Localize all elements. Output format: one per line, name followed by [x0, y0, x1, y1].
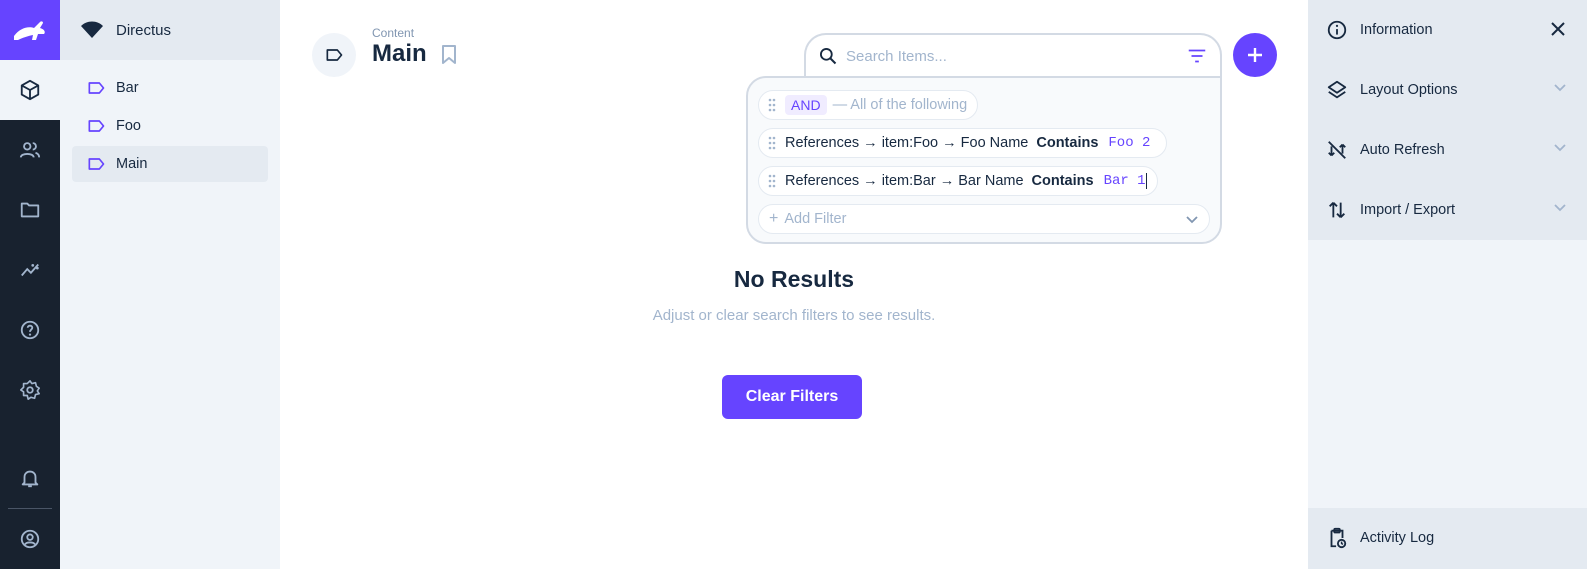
project-header[interactable]: Directus — [60, 0, 280, 60]
settings-icon — [20, 380, 40, 400]
files-module-button[interactable] — [0, 180, 60, 240]
add-filter-label: Add Filter — [784, 211, 847, 227]
insights-module-button[interactable] — [0, 240, 60, 300]
users-module-button[interactable] — [0, 120, 60, 180]
nav-item-label: Main — [116, 156, 148, 172]
filter-operator[interactable]: Contains — [1036, 135, 1098, 151]
import-export-icon — [1329, 202, 1345, 218]
folder-icon — [20, 202, 40, 218]
nav-item-label: Foo — [116, 118, 141, 134]
chevron-down-icon — [1186, 216, 1198, 224]
label-icon — [88, 158, 105, 170]
create-item-button[interactable] — [1233, 33, 1277, 77]
search-icon — [820, 48, 837, 65]
bell-icon — [21, 470, 39, 488]
insights-icon — [21, 263, 39, 277]
filter-icon[interactable] — [1186, 45, 1208, 67]
help-icon — [20, 320, 40, 340]
collection-icon-button[interactable] — [312, 33, 356, 77]
search-bar — [804, 33, 1222, 77]
chevron-down-icon — [1554, 144, 1566, 152]
nav-item-label: Bar — [116, 80, 139, 96]
account-icon — [20, 529, 40, 549]
close-icon[interactable] — [1549, 20, 1567, 38]
nav-item-bar[interactable]: Bar — [72, 70, 268, 106]
sidebar-layout-options-label: Layout Options — [1360, 82, 1458, 98]
bookmark-button[interactable] — [440, 44, 458, 71]
sidebar-import-export-label: Import / Export — [1360, 202, 1456, 218]
filter-field[interactable]: References → item:Foo → Foo Name — [785, 135, 1028, 151]
sidebar-activity-log-label: Activity Log — [1360, 530, 1435, 546]
sidebar-auto-refresh-label: Auto Refresh — [1360, 142, 1445, 158]
text-cursor — [1145, 173, 1147, 189]
main-content: Content Main AND — All of the following — [280, 0, 1308, 569]
filter-field[interactable]: References → item:Bar → Bar Name — [785, 173, 1024, 189]
nav-item-foo[interactable]: Foo — [72, 108, 268, 144]
drag-handle-icon[interactable] — [767, 136, 777, 150]
right-sidebar: Information Layout Options Auto Refresh … — [1308, 0, 1587, 569]
filter-panel: AND — All of the following References → … — [746, 76, 1222, 244]
filter-rule[interactable]: References → item:Foo → Foo Name Contain… — [758, 128, 1168, 158]
logic-operator-chip[interactable]: AND — [785, 95, 827, 115]
label-icon — [88, 82, 105, 94]
filter-value[interactable]: Bar 1 — [1104, 173, 1146, 189]
sidebar-activity-log[interactable]: Activity Log — [1308, 508, 1587, 568]
page-title: Main — [372, 40, 427, 67]
help-module-button[interactable] — [0, 300, 60, 360]
clipboard-clock-icon — [1330, 527, 1347, 549]
sidebar-information[interactable]: Information — [1308, 0, 1587, 60]
breadcrumb[interactable]: Content — [372, 26, 414, 40]
collection-list: Bar Foo Main — [60, 60, 280, 194]
content-module-button[interactable] — [0, 60, 60, 120]
settings-module-button[interactable] — [0, 360, 60, 420]
logic-description: — All of the following — [832, 97, 968, 113]
notifications-button[interactable] — [0, 448, 60, 508]
sync-disabled-icon — [1328, 141, 1346, 159]
plus-icon — [1248, 48, 1262, 62]
drag-handle-icon[interactable] — [767, 174, 777, 188]
filter-value[interactable]: Foo 2 — [1108, 135, 1150, 151]
drag-handle-icon[interactable] — [767, 98, 777, 112]
empty-state-subtitle: Adjust or clear search filters to see re… — [652, 307, 936, 324]
filter-rule[interactable]: References → item:Bar → Bar Name Contain… — [758, 166, 1158, 196]
nav-item-main[interactable]: Main — [72, 146, 268, 182]
sidebar-auto-refresh[interactable]: Auto Refresh — [1308, 120, 1587, 180]
module-bar — [0, 0, 60, 569]
empty-state-title: No Results — [733, 266, 855, 292]
filter-logic-group[interactable]: AND — All of the following — [758, 90, 979, 120]
user-account-button[interactable] — [0, 509, 60, 569]
sidebar-activity-log-section: Activity Log — [1308, 508, 1587, 569]
chevron-down-icon — [1554, 84, 1566, 92]
clear-filters-button[interactable]: Clear Filters — [722, 375, 862, 419]
search-input[interactable] — [846, 47, 1186, 65]
wifi-icon — [81, 21, 103, 38]
bookmark-icon — [442, 45, 456, 64]
sidebar-layout-options[interactable]: Layout Options — [1308, 60, 1587, 120]
filter-operator[interactable]: Contains — [1032, 173, 1094, 189]
info-icon — [1327, 20, 1347, 40]
directus-logo[interactable] — [0, 0, 60, 60]
plus-icon: + — [769, 210, 779, 227]
project-name: Directus — [116, 21, 172, 39]
label-icon — [326, 49, 343, 61]
users-icon — [19, 142, 41, 158]
rabbit-icon — [14, 21, 45, 40]
chevron-down-icon — [1554, 204, 1566, 212]
sidebar-import-export[interactable]: Import / Export — [1308, 180, 1587, 240]
label-icon — [88, 120, 105, 132]
layers-icon — [1327, 80, 1347, 99]
box-icon — [20, 79, 40, 101]
sidebar-information-label: Information — [1360, 22, 1433, 38]
navigation-panel: Directus Bar Foo Main — [60, 0, 280, 569]
add-filter-dropdown[interactable]: + Add Filter — [758, 204, 1210, 234]
